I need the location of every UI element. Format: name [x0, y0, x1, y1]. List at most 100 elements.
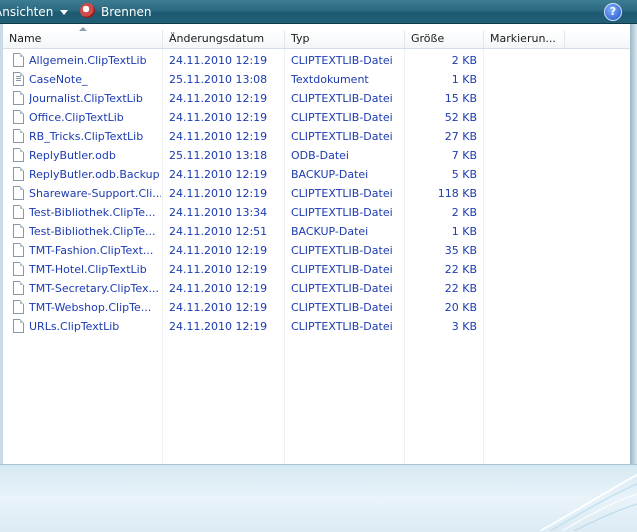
file-size: 2 KB	[451, 54, 477, 67]
file-size: 22 KB	[444, 263, 477, 276]
file-type: Textdokument	[291, 73, 369, 86]
file-name: Allgemein.ClipTextLib	[29, 54, 147, 67]
file-name: Office.ClipTextLib	[29, 111, 124, 124]
file-type: CLIPTEXTLIB-Datei	[291, 54, 393, 67]
file-type: CLIPTEXTLIB-Datei	[291, 320, 393, 333]
file-date: 24.11.2010 12:19	[169, 301, 268, 314]
file-icon	[13, 281, 24, 295]
file-size: 1 KB	[451, 225, 477, 238]
file-type: BACKUP-Datei	[291, 168, 369, 181]
file-row[interactable]: TMT-Secretary.ClipTex... 24.11.2010 12:19…	[3, 279, 630, 298]
file-size: 2 KB	[451, 206, 477, 219]
file-size: 52 KB	[444, 111, 477, 124]
file-date: 24.11.2010 12:19	[169, 320, 268, 333]
file-size: 20 KB	[444, 301, 477, 314]
file-icon	[13, 205, 24, 219]
file-icon	[13, 129, 24, 143]
file-date: 24.11.2010 12:19	[169, 244, 268, 257]
file-size: 35 KB	[444, 244, 477, 257]
file-type: BACKUP-Datei	[291, 225, 369, 238]
file-type: CLIPTEXTLIB-Datei	[291, 263, 393, 276]
file-name: ReplyButler.odb	[29, 149, 116, 162]
command-bar: Ansichten Brennen ?	[0, 0, 637, 24]
column-header: Name Änderungsdatum Typ Größe Markierun.…	[3, 27, 630, 49]
file-size: 15 KB	[444, 92, 477, 105]
file-row[interactable]: Journalist.ClipTextLib 24.11.2010 12:19 CL…	[3, 89, 630, 108]
file-row[interactable]: TMT-Fashion.ClipText... 24.11.2010 12:19 C…	[3, 241, 630, 260]
file-icon	[13, 53, 24, 67]
burn-disc-icon[interactable]	[80, 3, 95, 18]
column-header-name-label: Name	[9, 32, 42, 45]
file-date: 24.11.2010 12:19	[169, 263, 268, 276]
file-date: 24.11.2010 12:19	[169, 111, 268, 124]
file-type: CLIPTEXTLIB-Datei	[291, 282, 393, 295]
file-name: URLs.ClipTextLib	[29, 320, 120, 333]
file-icon	[13, 243, 24, 257]
file-row[interactable]: Allgemein.ClipTextLib 24.11.2010 12:19 CLI…	[3, 51, 630, 70]
window-frame-right	[630, 24, 637, 464]
file-name: CaseNote_	[29, 73, 88, 86]
file-size: 27 KB	[444, 130, 477, 143]
file-date: 24.11.2010 13:34	[169, 206, 268, 219]
column-header-name[interactable]: Name	[3, 27, 163, 48]
file-row[interactable]: CaseNote_ 25.11.2010 13:08 Textdokument 1 K…	[3, 70, 630, 89]
file-icon	[13, 300, 24, 314]
file-name: Journalist.ClipTextLib	[29, 92, 143, 105]
file-type: CLIPTEXTLIB-Datei	[291, 301, 393, 314]
column-header-type-label: Typ	[291, 32, 310, 45]
views-dropdown-icon[interactable]	[60, 10, 68, 15]
file-size: 1 KB	[451, 73, 477, 86]
decorative-swoosh	[540, 474, 637, 531]
views-button[interactable]: Ansichten	[0, 4, 53, 20]
file-row[interactable]: URLs.ClipTextLib 24.11.2010 12:19 CLIPTEXT…	[3, 317, 630, 336]
column-header-date-label: Änderungsdatum	[169, 32, 265, 45]
file-date: 24.11.2010 12:19	[169, 92, 268, 105]
file-name: RB_Tricks.ClipTextLib	[29, 130, 144, 143]
column-header-date[interactable]: Änderungsdatum	[163, 30, 285, 48]
file-name: TMT-Hotel.ClipTextLib	[29, 263, 147, 276]
file-row[interactable]: TMT-Webshop.ClipTe... 24.11.2010 12:19 CLI…	[3, 298, 630, 317]
file-type: CLIPTEXTLIB-Datei	[291, 187, 393, 200]
file-row[interactable]: Office.ClipTextLib 24.11.2010 12:19 CLIPTE…	[3, 108, 630, 127]
help-icon[interactable]: ?	[604, 3, 622, 21]
file-name: Test-Bibliothek.ClipTe...	[29, 225, 156, 238]
file-icon	[13, 224, 24, 238]
file-type: CLIPTEXTLIB-Datei	[291, 206, 393, 219]
file-type: ODB-Datei	[291, 149, 349, 162]
file-row[interactable]: Test-Bibliothek.ClipTe... 24.11.2010 13:3…	[3, 203, 630, 222]
file-row[interactable]: Test-Bibliothek.ClipTe... 24.11.2010 12:5…	[3, 222, 630, 241]
file-row[interactable]: ReplyButler.odb.Backup 24.11.2010 12:19 BA…	[3, 165, 630, 184]
file-type: CLIPTEXTLIB-Datei	[291, 111, 393, 124]
file-date: 25.11.2010 13:08	[169, 73, 268, 86]
file-icon	[13, 110, 24, 124]
column-header-tags-label: Markierun...	[490, 32, 556, 45]
file-name: TMT-Fashion.ClipText...	[29, 244, 154, 257]
column-header-tags[interactable]: Markierun...	[484, 30, 565, 48]
file-row[interactable]: Shareware-Support.Cli... 24.11.2010 12:19…	[3, 184, 630, 203]
file-row[interactable]: TMT-Hotel.ClipTextLib 24.11.2010 12:19 CLI…	[3, 260, 630, 279]
column-header-size[interactable]: Größe	[405, 30, 484, 48]
file-name: TMT-Webshop.ClipTe...	[29, 301, 152, 314]
file-row[interactable]: RB_Tricks.ClipTextLib 24.11.2010 12:19 CLI…	[3, 127, 630, 146]
burn-button[interactable]: Brennen	[101, 4, 151, 20]
file-row[interactable]: ReplyButler.odb 25.11.2010 13:18 ODB-Datei…	[3, 146, 630, 165]
file-date: 24.11.2010 12:19	[169, 54, 268, 67]
file-date: 24.11.2010 12:19	[169, 168, 268, 181]
file-size: 3 KB	[451, 320, 477, 333]
file-icon	[13, 262, 24, 276]
file-date: 24.11.2010 12:19	[169, 130, 268, 143]
file-date: 24.11.2010 12:19	[169, 187, 268, 200]
file-name: ReplyButler.odb.Backup	[29, 168, 160, 181]
text-file-icon	[13, 72, 24, 86]
file-name: Test-Bibliothek.ClipTe...	[29, 206, 156, 219]
file-type: CLIPTEXTLIB-Datei	[291, 244, 393, 257]
file-date: 25.11.2010 13:18	[169, 149, 268, 162]
file-type: CLIPTEXTLIB-Datei	[291, 130, 393, 143]
file-type: CLIPTEXTLIB-Datei	[291, 92, 393, 105]
file-icon	[13, 91, 24, 105]
file-icon	[13, 186, 24, 200]
file-name: TMT-Secretary.ClipTex...	[29, 282, 159, 295]
sort-ascending-icon	[79, 27, 87, 31]
column-header-type[interactable]: Typ	[285, 30, 405, 48]
file-icon	[13, 319, 24, 333]
